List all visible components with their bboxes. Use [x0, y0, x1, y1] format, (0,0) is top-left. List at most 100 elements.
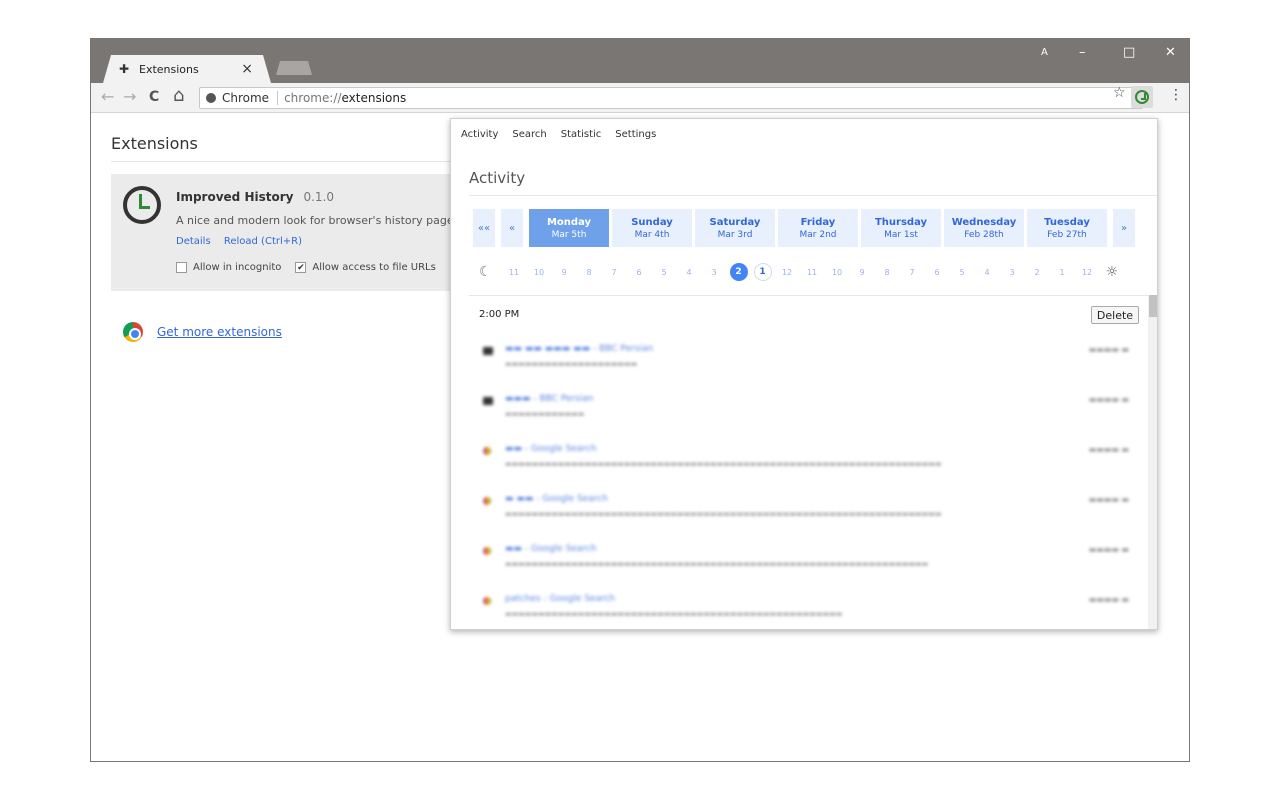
entry-title[interactable]: ▬▬ - Google Search	[505, 544, 597, 554]
close-window-button[interactable]: ✕	[1165, 45, 1176, 60]
hour-item[interactable]: 3	[1000, 268, 1025, 277]
profile-button[interactable]: A	[1041, 47, 1048, 58]
reload-link[interactable]: Reload (Ctrl+R)	[224, 236, 302, 247]
entry-time: ▬▬▬▬ ▬	[1088, 445, 1129, 454]
time-heading: 2:00 PM	[479, 309, 520, 320]
day-name: Sunday	[631, 216, 673, 228]
history-entry[interactable]: ▬▬▬ - BBC Persian ▬▬▬▬▬▬▬▬▬▬▬▬ ▬▬▬▬ ▬	[479, 391, 1139, 441]
extension-name-row: Improved History 0.1.0	[176, 190, 334, 204]
title-bar: ✚ Extensions × A – □ ✕	[91, 39, 1189, 83]
hour-selector: ☾ 11 10 9 8 7 6 5 4 3 2 1 12 11 10 9 8 7…	[479, 263, 1139, 281]
hour-item[interactable]: 11	[800, 268, 825, 277]
previous-page-button[interactable]: «	[501, 209, 523, 247]
day-date: Feb 28th	[964, 229, 1004, 240]
entry-url: ▬▬▬▬▬▬▬▬▬▬▬▬	[505, 410, 585, 418]
scrollbar-thumb[interactable]	[1149, 295, 1157, 317]
hour-item[interactable]: 9	[552, 268, 577, 277]
extension-description: A nice and modern look for browser's his…	[176, 214, 458, 227]
hour-item[interactable]: 10	[527, 268, 552, 277]
allow-file-urls-label: Allow access to file URLs	[312, 262, 436, 273]
delete-button[interactable]: Delete	[1091, 306, 1139, 324]
day-name: Monday	[546, 216, 592, 228]
hour-item[interactable]: 3	[702, 268, 727, 277]
hour-item[interactable]: 11	[502, 268, 527, 277]
tab-extensions[interactable]: ✚ Extensions ×	[103, 55, 271, 83]
history-entry[interactable]: ▬▬ - Google Search ▬▬▬▬▬▬▬▬▬▬▬▬▬▬▬▬▬▬▬▬▬…	[479, 541, 1139, 591]
tab-settings[interactable]: Settings	[615, 129, 656, 140]
tab-activity[interactable]: Activity	[461, 129, 498, 140]
scrollbar-track[interactable]	[1148, 295, 1157, 629]
forward-button[interactable]: →	[123, 87, 136, 106]
entry-title[interactable]: ▬▬ ▬▬ ▬▬▬ ▬▬ - BBC Persian	[505, 344, 653, 354]
tab-search[interactable]: Search	[512, 129, 546, 140]
reload-button[interactable]: C	[149, 89, 159, 105]
hour-item[interactable]: 7	[900, 268, 925, 277]
next-page-button[interactable]: »	[1113, 209, 1135, 247]
history-entry[interactable]: patches - Google Search ▬▬▬▬▬▬▬▬▬▬▬▬▬▬▬▬…	[479, 591, 1139, 629]
details-link[interactable]: Details	[176, 236, 211, 247]
day-name: Tuesday	[1044, 216, 1090, 228]
hour-item[interactable]: 2	[1025, 268, 1050, 277]
hour-item[interactable]: 7	[602, 268, 627, 277]
hour-item[interactable]: 5	[652, 268, 677, 277]
new-tab-button[interactable]	[276, 61, 312, 75]
improved-history-extension-button[interactable]	[1131, 86, 1153, 108]
tab-statistic[interactable]: Statistic	[561, 129, 602, 140]
hour-item[interactable]: 6	[627, 268, 652, 277]
minimize-button[interactable]: –	[1079, 45, 1086, 60]
hour-item[interactable]: 1	[1050, 268, 1075, 277]
history-entry[interactable]: ▬ ▬▬ - Google Search ▬▬▬▬▬▬▬▬▬▬▬▬▬▬▬▬▬▬▬…	[479, 491, 1139, 541]
hour-item-selected[interactable]: 2	[729, 263, 748, 281]
day-tuesday[interactable]: Tuesday Feb 27th	[1027, 209, 1107, 247]
extension-name: Improved History	[176, 190, 294, 204]
hour-item-current[interactable]: 1	[753, 263, 772, 281]
entry-title[interactable]: patches - Google Search	[505, 594, 615, 604]
day-date: Feb 27th	[1047, 229, 1087, 240]
entry-time: ▬▬▬▬ ▬	[1088, 595, 1129, 604]
day-date: Mar 2nd	[799, 229, 837, 240]
day-wednesday[interactable]: Wednesday Feb 28th	[944, 209, 1024, 247]
day-sunday[interactable]: Sunday Mar 4th	[612, 209, 692, 247]
allow-file-urls-checkbox[interactable]: ✔	[295, 262, 307, 273]
hour-item[interactable]: 8	[577, 268, 602, 277]
address-bar[interactable]: Chrome chrome://extensions	[199, 87, 1143, 109]
hour-item[interactable]: 8	[875, 268, 900, 277]
entry-time: ▬▬▬▬ ▬	[1088, 395, 1129, 404]
hour-item[interactable]: 12	[1075, 268, 1100, 277]
bookmark-star-icon[interactable]: ☆	[1113, 85, 1126, 101]
hour-item[interactable]: 6	[925, 268, 950, 277]
hour-item[interactable]: 5	[950, 268, 975, 277]
history-entry[interactable]: ▬▬ - Google Search ▬▬▬▬▬▬▬▬▬▬▬▬▬▬▬▬▬▬▬▬▬…	[479, 441, 1139, 491]
hour-item[interactable]: 4	[677, 268, 702, 277]
entry-url: ▬▬▬▬▬▬▬▬▬▬▬▬▬▬▬▬▬▬▬▬▬▬▬▬▬▬▬▬▬▬▬▬▬▬▬▬▬▬▬▬…	[505, 510, 942, 518]
day-name: Friday	[800, 216, 836, 228]
hour-item[interactable]: 12	[775, 268, 800, 277]
hour-item[interactable]: 4	[975, 268, 1000, 277]
allow-incognito-checkbox[interactable]	[176, 262, 187, 273]
extension-version: 0.1.0	[303, 190, 335, 204]
hour-item[interactable]: 9	[850, 268, 875, 277]
day-friday[interactable]: Friday Mar 2nd	[778, 209, 858, 247]
history-entry[interactable]: ▬▬ ▬▬ ▬▬▬ ▬▬ - BBC Persian ▬▬▬▬▬▬▬▬▬▬▬▬▬…	[479, 341, 1139, 391]
back-button[interactable]: ←	[101, 87, 114, 106]
day-monday[interactable]: Monday Mar 5th	[529, 209, 609, 247]
chrome-menu-icon[interactable]: ⋮	[1169, 87, 1183, 103]
entry-url: ▬▬▬▬▬▬▬▬▬▬▬▬▬▬▬▬▬▬▬▬▬▬▬▬▬▬▬▬▬▬▬▬▬▬▬▬▬▬▬▬…	[505, 560, 929, 568]
improved-history-popup: Activity Search Statistic Settings Activ…	[450, 118, 1158, 630]
site-chip[interactable]: Chrome	[206, 91, 279, 105]
first-page-button[interactable]: ««	[473, 209, 495, 247]
allow-incognito-option[interactable]: Allow in incognito	[176, 262, 281, 273]
close-tab-icon[interactable]: ×	[241, 61, 253, 77]
day-thursday[interactable]: Thursday Mar 1st	[861, 209, 941, 247]
entry-title[interactable]: ▬ ▬▬ - Google Search	[505, 494, 608, 504]
divider	[469, 295, 1157, 296]
day-saturday[interactable]: Saturday Mar 3rd	[695, 209, 775, 247]
day-date: Mar 1st	[884, 229, 918, 240]
allow-file-urls-option[interactable]: ✔ Allow access to file URLs	[295, 262, 436, 273]
home-button[interactable]: ⌂	[173, 85, 184, 106]
entry-title[interactable]: ▬▬▬ - BBC Persian	[505, 394, 594, 404]
get-more-extensions-link[interactable]: Get more extensions	[123, 322, 282, 342]
entry-title[interactable]: ▬▬ - Google Search	[505, 444, 597, 454]
maximize-button[interactable]: □	[1123, 45, 1135, 60]
hour-item[interactable]: 10	[825, 268, 850, 277]
